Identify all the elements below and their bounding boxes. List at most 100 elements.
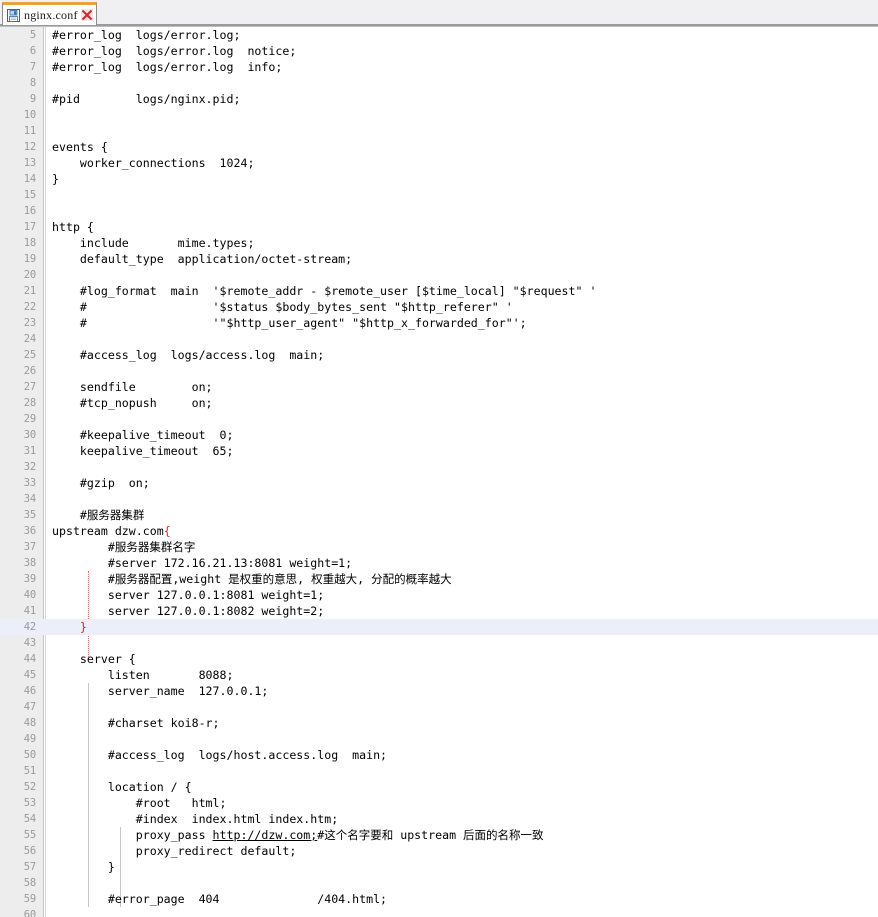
line-number: 52 [23, 781, 36, 793]
code-line[interactable]: 9 #pid logs/nginx.pid; [0, 91, 878, 107]
code-line[interactable]: 34 [0, 491, 878, 507]
code-line[interactable]: 22 # '$status $body_bytes_sent "$http_re… [0, 299, 878, 315]
code-line[interactable]: 38 #server 172.16.21.13:8081 weight=1; [0, 555, 878, 571]
code-line[interactable]: 57 } [0, 859, 878, 875]
line-text: #error_log logs/error.log notice; [52, 44, 297, 58]
line-number: 28 [23, 397, 36, 409]
code-line[interactable]: 18 include mime.types; [0, 235, 878, 251]
code-line[interactable]: 17 http { [0, 219, 878, 235]
line-text: #error_log logs/error.log; [52, 28, 241, 42]
code-line[interactable]: 37 #服务器集群名字 [0, 539, 878, 555]
line-number: 18 [23, 237, 36, 249]
line-number: 6 [29, 45, 36, 57]
code-line[interactable]: 35 #服务器集群 [0, 507, 878, 523]
code-line[interactable]: 60 [0, 907, 878, 917]
code-line[interactable]: 51 [0, 763, 878, 779]
code-line[interactable]: 5 #error_log logs/error.log; [0, 27, 878, 43]
line-text: #server 172.16.21.13:8081 weight=1; [52, 556, 353, 570]
code-line[interactable]: 41 server 127.0.0.1:8082 weight=2; [0, 603, 878, 619]
line-text: #pid logs/nginx.pid; [52, 92, 241, 106]
code-line[interactable]: 47 [0, 699, 878, 715]
line-text: #tcp_nopush on; [52, 396, 213, 410]
line-number: 24 [23, 333, 36, 345]
code-line[interactable]: 44 server { [0, 651, 878, 667]
code-editor[interactable]: 5 #error_log logs/error.log; 6 #error_log l… [0, 26, 878, 917]
line-number: 43 [23, 637, 36, 649]
code-line[interactable]: 58 [0, 875, 878, 891]
line-number: 55 [23, 829, 36, 841]
tab-nginx-conf[interactable]: nginx.conf [2, 2, 97, 25]
line-text: include mime.types; [52, 236, 255, 250]
code-line[interactable]: 15 [0, 187, 878, 203]
line-number: 54 [23, 813, 36, 825]
code-line[interactable]: 12 events { [0, 139, 878, 155]
code-line[interactable]: 8 [0, 75, 878, 91]
code-line[interactable]: 36 upstream dzw.com{ [0, 523, 878, 539]
code-line[interactable]: 48 #charset koi8-r; [0, 715, 878, 731]
line-number: 41 [23, 605, 36, 617]
code-line[interactable]: 30 #keepalive_timeout 0; [0, 427, 878, 443]
line-text: location / { [52, 780, 192, 794]
line-text: } [79, 620, 87, 634]
code-line[interactable]: 43 [0, 635, 878, 651]
code-line[interactable]: 6 #error_log logs/error.log notice; [0, 43, 878, 59]
code-line[interactable]: 24 [0, 331, 878, 347]
code-line[interactable]: 40 server 127.0.0.1:8081 weight=1; [0, 587, 878, 603]
code-line[interactable]: 31 keepalive_timeout 65; [0, 443, 878, 459]
code-line[interactable]: 50 #access_log logs/host.access.log main… [0, 747, 878, 763]
line-number: 36 [23, 525, 36, 537]
code-line[interactable]: 7 #error_log logs/error.log info; [0, 59, 878, 75]
code-line[interactable]: 39 #服务器配置,weight 是权重的意思, 权重越大, 分配的概率越大 [0, 571, 878, 587]
line-number: 22 [23, 301, 36, 313]
line-number: 13 [23, 157, 36, 169]
code-line[interactable]: 46 server_name 127.0.0.1; [0, 683, 878, 699]
line-number: 17 [23, 221, 36, 233]
code-line[interactable]: 53 #root html; [0, 795, 878, 811]
code-line[interactable]: 54 #index index.html index.htm; [0, 811, 878, 827]
line-number: 27 [23, 381, 36, 393]
line-number: 35 [23, 509, 36, 521]
code-line[interactable]: 32 [0, 459, 878, 475]
code-line[interactable]: 21 #log_format main '$remote_addr - $rem… [0, 283, 878, 299]
code-line[interactable]: 14} [0, 171, 878, 187]
code-line[interactable]: 20 [0, 267, 878, 283]
line-number: 50 [23, 749, 36, 761]
code-line[interactable]: 23 # '"$http_user_agent" "$http_x_forwar… [0, 315, 878, 331]
line-number: 45 [23, 669, 36, 681]
code-line[interactable]: 29 [0, 411, 878, 427]
code-line[interactable]: 33 #gzip on; [0, 475, 878, 491]
line-text: keepalive_timeout 65; [52, 444, 234, 458]
code-line[interactable]: 26 [0, 363, 878, 379]
line-text: #access_log logs/access.log main; [52, 348, 325, 362]
code-line[interactable]: 16 [0, 203, 878, 219]
code-line[interactable]: 55 proxy_pass http://dzw.com;#这个名字要和 ups… [0, 827, 878, 843]
code-line[interactable]: 42 } [0, 619, 878, 635]
line-text: server_name 127.0.0.1; [52, 684, 269, 698]
code-line[interactable]: 25 #access_log logs/access.log main; [0, 347, 878, 363]
code-line[interactable]: 13 worker_connections 1024; [0, 155, 878, 171]
code-line[interactable]: 27 sendfile on; [0, 379, 878, 395]
tab-title: nginx.conf [24, 7, 78, 22]
close-x-icon[interactable] [80, 9, 93, 21]
line-text: proxy_redirect default; [52, 844, 297, 858]
code-line[interactable]: 28 #tcp_nopush on; [0, 395, 878, 411]
line-text: events { [52, 140, 108, 154]
code-line[interactable]: 45 listen 8088; [0, 667, 878, 683]
line-text: #index index.html index.htm; [52, 812, 339, 826]
line-number: 14 [23, 173, 36, 185]
line-number: 30 [23, 429, 36, 441]
code-line[interactable]: 19 default_type application/octet-stream… [0, 251, 878, 267]
code-line[interactable]: 56 proxy_redirect default; [0, 843, 878, 859]
line-number: 51 [23, 765, 36, 777]
line-number: 60 [23, 909, 36, 917]
line-text: default_type application/octet-stream; [52, 252, 353, 266]
code-line[interactable]: 49 [0, 731, 878, 747]
line-number: 15 [23, 189, 36, 201]
code-line[interactable]: 52 location / { [0, 779, 878, 795]
line-text: # '"$http_user_agent" "$http_x_forwarded… [52, 316, 527, 330]
code-line[interactable]: 11 [0, 123, 878, 139]
line-number: 12 [23, 141, 36, 153]
code-line[interactable]: 59 #error_page 404 /404.html; [0, 891, 878, 907]
line-number: 8 [29, 77, 36, 89]
code-line[interactable]: 10 [0, 107, 878, 123]
